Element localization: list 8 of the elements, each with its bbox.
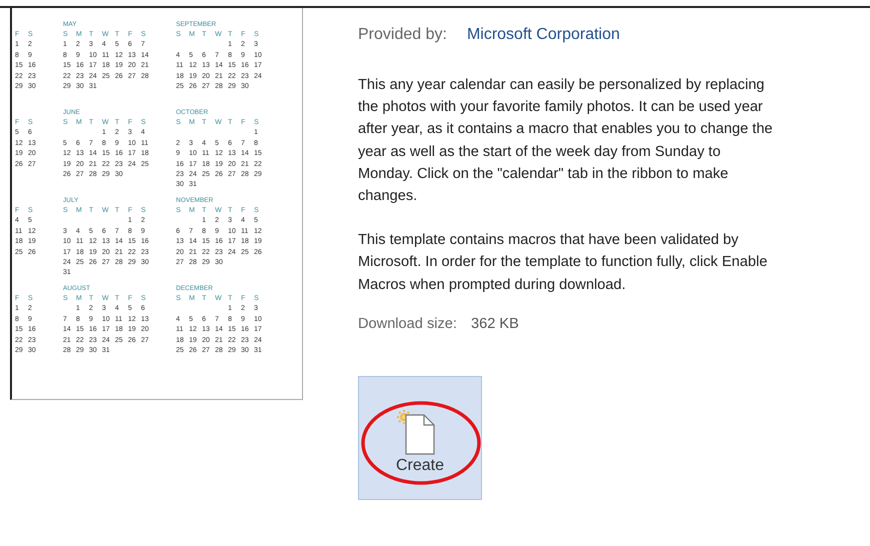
download-size-value: 362 KB bbox=[470, 316, 519, 332]
create-button[interactable]: Create bbox=[358, 376, 482, 500]
download-size-label: Download size: bbox=[358, 316, 457, 332]
description-text: This template contains macros that have been validated by Microsoft. In order for the template to function fully, click Enable Macros when prompted during download. bbox=[358, 231, 768, 295]
provider-link[interactable]: Microsoft Corporation bbox=[466, 26, 620, 44]
description-text: This any year calendar can easily be personalized by replacing the photos with your favorite family photos. It can be used year after year, as it contains a macro that enables you to change the year as well as the start of the week day from Sunday to Monday. Click on the "calendar" tab in the ribbon to make changes. bbox=[358, 76, 774, 206]
new-document-icon bbox=[396, 408, 436, 455]
provided-by-label: Provided by: bbox=[358, 26, 447, 44]
